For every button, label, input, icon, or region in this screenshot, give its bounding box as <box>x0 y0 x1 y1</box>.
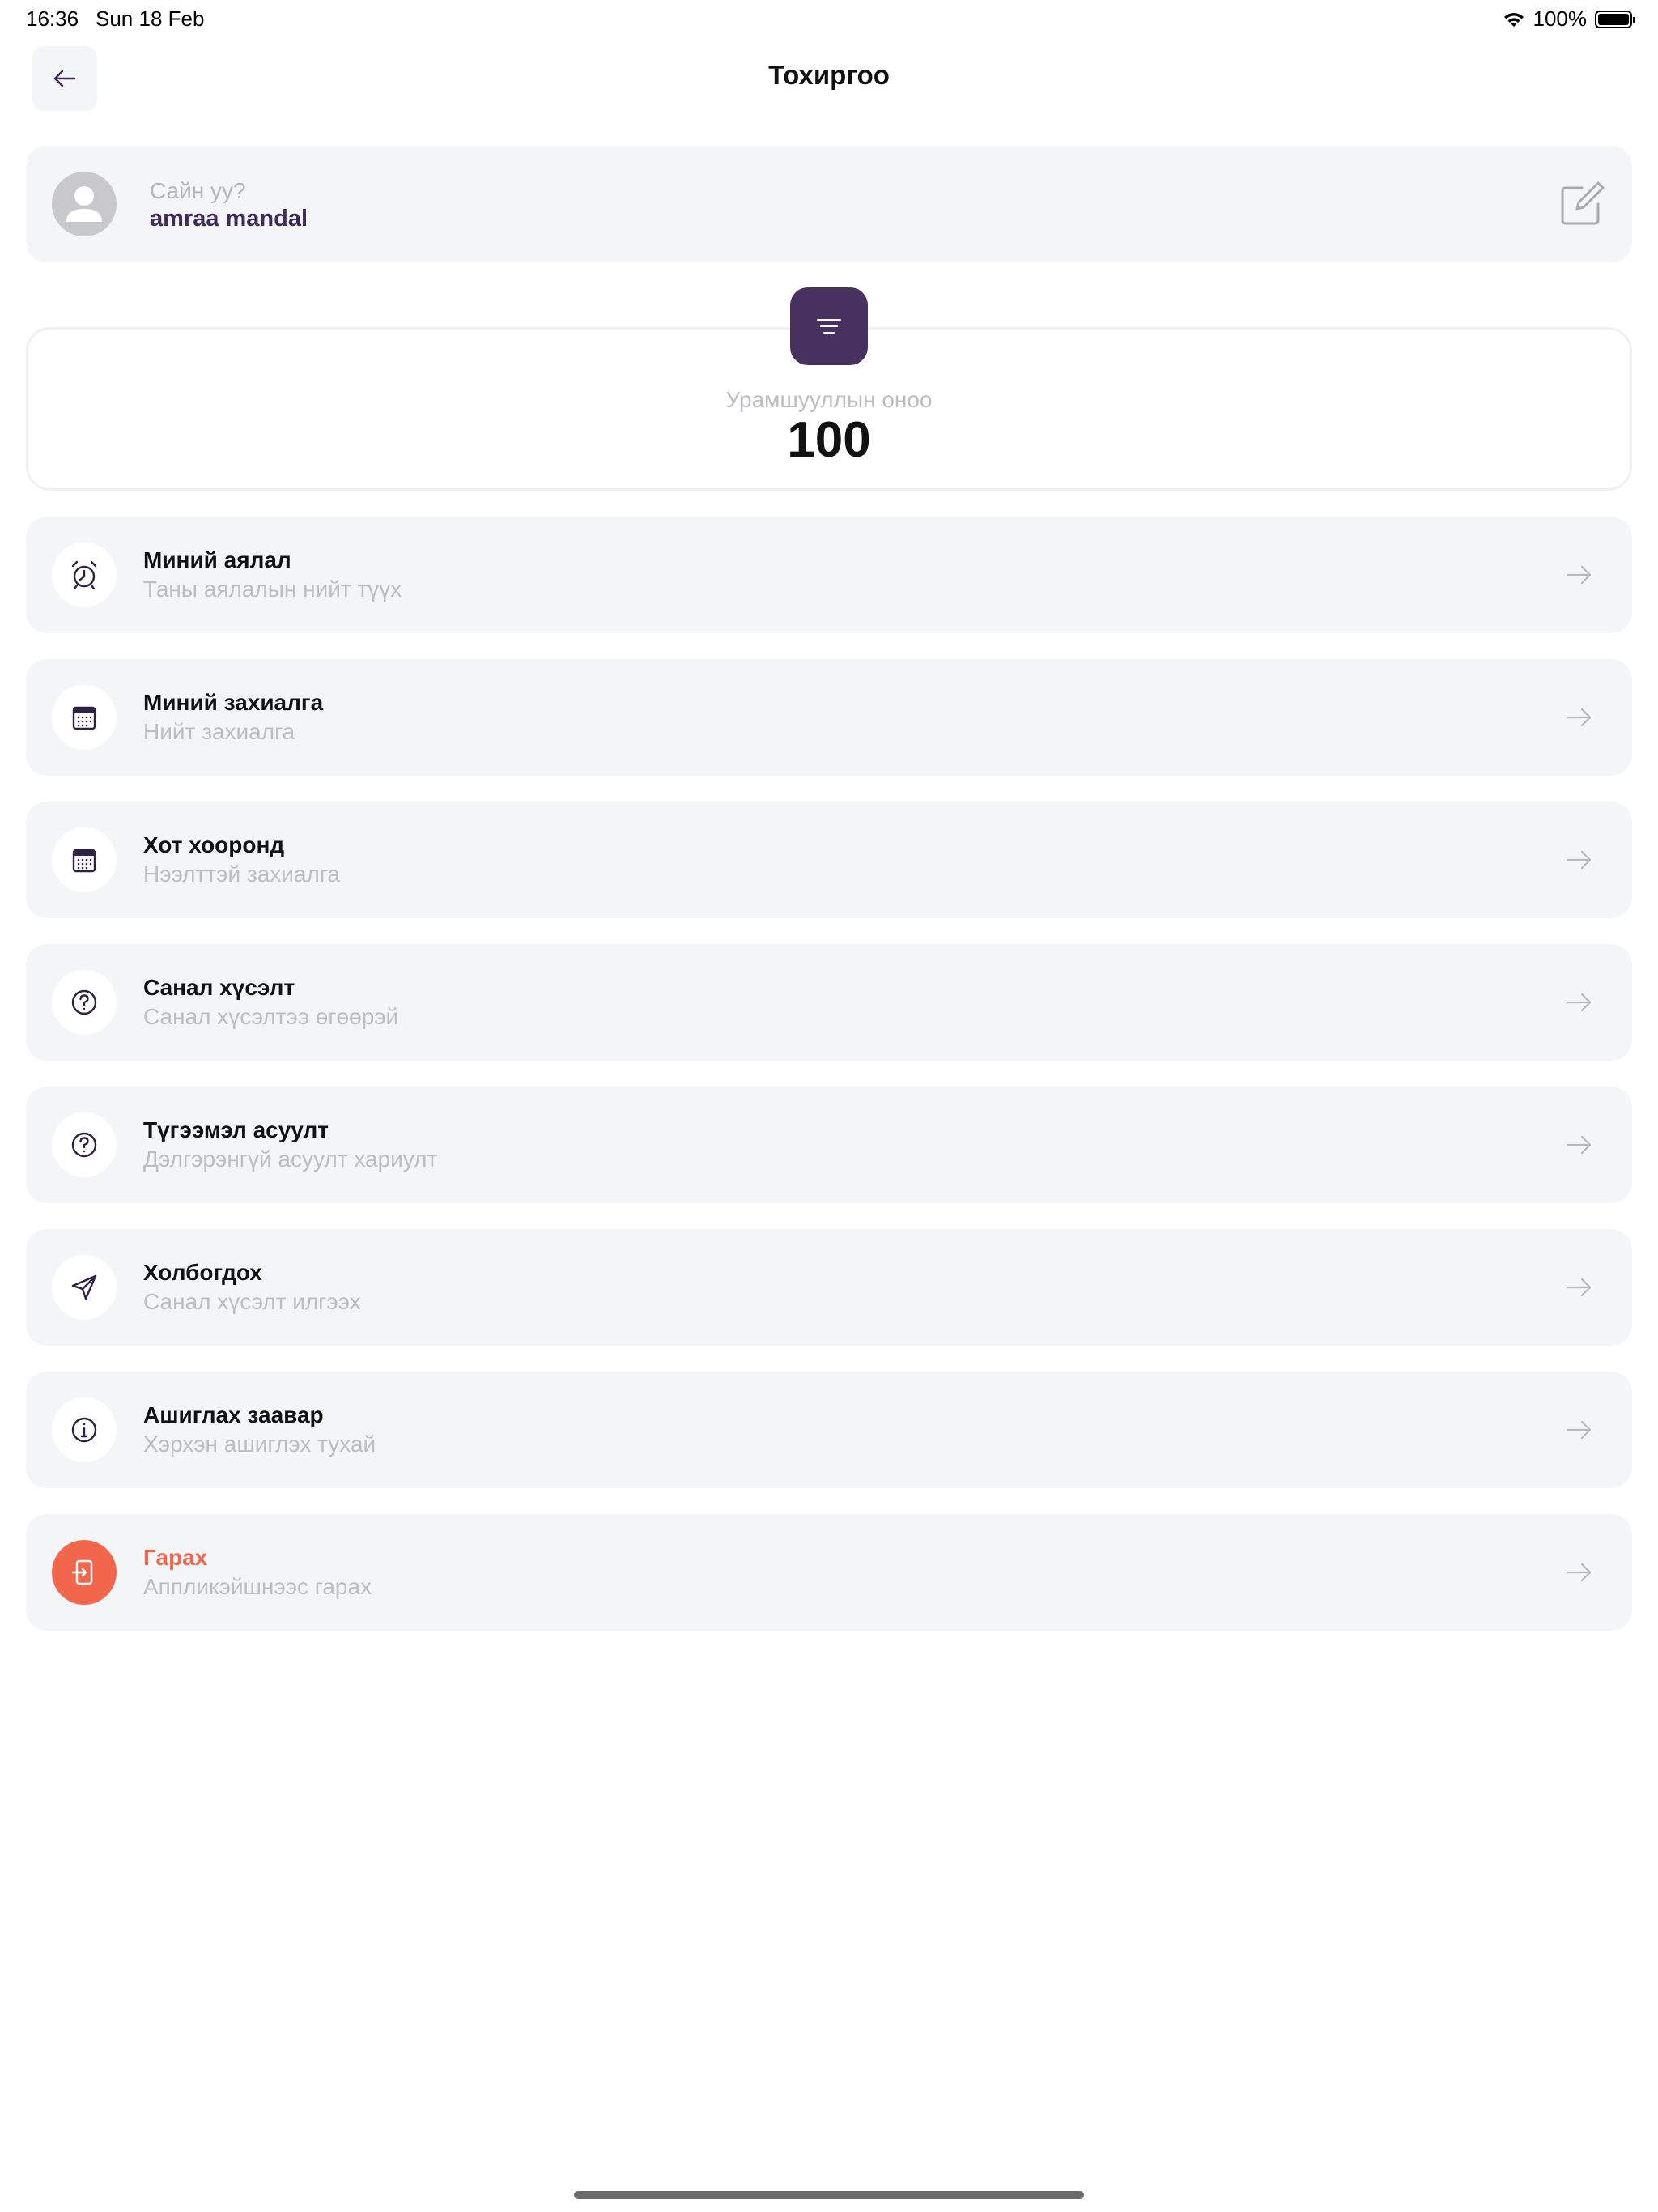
menu-item-subtitle: Санал хүсэлтээ өгөөрэй <box>143 1004 399 1029</box>
arrow-right-icon <box>1566 1135 1592 1155</box>
alarm-clock-icon <box>71 560 97 590</box>
menu-item-subtitle: Санал хүсэлт илгээх <box>143 1289 361 1314</box>
menu-item-title: Хот хооронд <box>143 832 285 857</box>
menu-item-title: Гарах <box>143 1545 208 1570</box>
menu-item-my-orders[interactable]: Миний захиалга Нийт захиалга <box>26 659 1632 776</box>
menu-item-title: Санал хүсэлт <box>143 975 295 1000</box>
menu-item-title: Ашиглах заавар <box>143 1402 324 1427</box>
menu-icon-wrap <box>52 685 117 750</box>
menu-item-faq[interactable]: Түгээмэл асуулт Дэлгэрэнгүй асуулт хариу… <box>26 1087 1632 1203</box>
page-title: Тохиргоо <box>768 60 890 90</box>
arrow-right-icon <box>1566 708 1592 727</box>
logout-icon <box>71 1559 93 1585</box>
arrow-right-icon <box>1566 993 1592 1012</box>
arrow-right-icon <box>1566 1563 1592 1582</box>
home-indicator <box>574 2191 1084 2199</box>
points-badge <box>790 287 868 365</box>
arrow-right-icon <box>1566 1420 1592 1440</box>
menu-item-logout[interactable]: Гарах Аппликэйшнээс гарах <box>26 1514 1632 1631</box>
info-circle-icon <box>71 1417 97 1443</box>
question-circle-icon <box>71 989 97 1015</box>
arrow-right-icon <box>1566 850 1592 870</box>
arrow-right-icon <box>1566 565 1592 585</box>
points-label: Урамшууллын оноо <box>725 387 933 412</box>
user-name: amraa mandal <box>150 206 308 232</box>
menu-icon-wrap <box>52 970 117 1035</box>
profile-card[interactable]: Сайн уу? amraa mandal <box>26 146 1632 262</box>
menu-icon-wrap <box>52 1397 117 1462</box>
menu-item-subtitle: Хэрхэн ашиглэх тухай <box>143 1431 376 1457</box>
status-date: Sun 18 Feb <box>96 6 205 31</box>
calendar-icon <box>72 706 96 730</box>
status-time: 16:36 <box>26 6 79 31</box>
menu-item-contact[interactable]: Холбогдох Санал хүсэлт илгээх <box>26 1229 1632 1346</box>
menu-item-title: Түгээмэл асуулт <box>143 1117 329 1142</box>
menu-icon-wrap <box>52 1255 117 1320</box>
arrow-right-icon <box>1566 1278 1592 1297</box>
battery-percent: 100% <box>1533 6 1588 31</box>
menu-item-title: Холбогдох <box>143 1260 262 1285</box>
menu-item-my-trips[interactable]: Миний аялал Таны аялалын нийт түүх <box>26 517 1632 633</box>
points-value: 100 <box>787 412 871 468</box>
send-icon <box>71 1274 97 1300</box>
menu-lines-icon <box>817 319 841 334</box>
menu-item-subtitle: Аппликэйшнээс гарах <box>143 1574 372 1599</box>
settings-screen: 16:36 Sun 18 Feb 100% Тохиргоо Сайн уу? … <box>0 0 1658 2212</box>
battery-fill <box>1598 13 1629 25</box>
menu-icon-wrap <box>52 1112 117 1177</box>
edit-profile-button[interactable] <box>1558 181 1605 228</box>
menu-icon-wrap <box>52 1540 117 1605</box>
status-indicators: 100% <box>1503 6 1635 32</box>
battery-icon <box>1595 10 1635 28</box>
calendar-icon <box>72 849 96 873</box>
edit-icon <box>1561 181 1605 225</box>
menu-item-title: Миний аялал <box>143 547 291 572</box>
wifi-icon <box>1503 12 1524 27</box>
menu-item-intercity[interactable]: Хот хооронд Нээлттэй захиалга <box>26 802 1632 918</box>
menu-item-subtitle: Таны аялалын нийт түүх <box>143 576 402 602</box>
menu-item-guide[interactable]: Ашиглах заавар Хэрхэн ашиглэх тухай <box>26 1372 1632 1488</box>
menu-item-feedback[interactable]: Санал хүсэлт Санал хүсэлтээ өгөөрэй <box>26 944 1632 1061</box>
greeting-text: Сайн уу? <box>150 178 246 203</box>
menu-item-subtitle: Дэлгэрэнгүй асуулт хариулт <box>143 1146 438 1172</box>
menu-item-subtitle: Нээлттэй захиалга <box>143 861 341 887</box>
status-bar: 16:36 Sun 18 Feb 100% <box>0 0 1658 39</box>
menu-item-subtitle: Нийт захиалга <box>143 719 295 744</box>
menu-item-title: Миний захиалга <box>143 690 324 715</box>
menu-icon-wrap <box>52 542 117 607</box>
user-avatar-icon <box>52 172 117 236</box>
menu-icon-wrap <box>52 827 117 892</box>
question-circle-icon <box>71 1132 97 1158</box>
